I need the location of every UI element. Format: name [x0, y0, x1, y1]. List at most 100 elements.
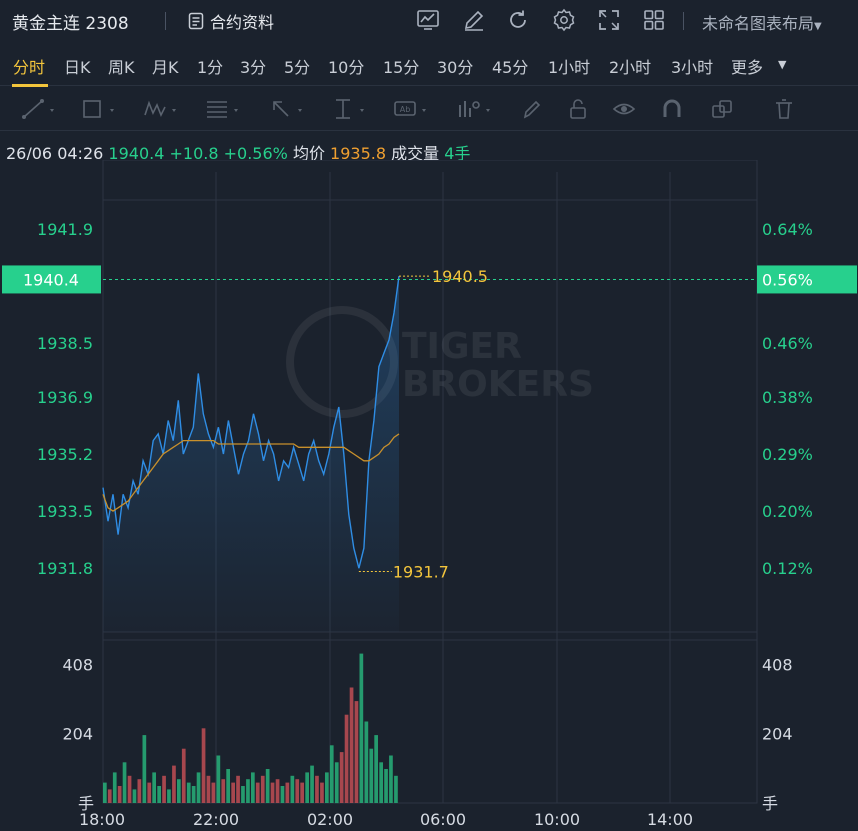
intraday-chart[interactable]: TIGERBROKERS 1941.9 1938.5 1936.9 1935.2 1933… — [0, 160, 858, 831]
document-icon — [188, 12, 204, 30]
divider — [165, 12, 166, 30]
volume-bar — [112, 772, 117, 803]
pct-axis-label: 0.38% — [762, 388, 813, 407]
line-tool-icon[interactable] — [20, 97, 56, 121]
eye-icon[interactable] — [612, 97, 648, 121]
volume-bar — [325, 772, 329, 803]
volume-bar — [320, 782, 324, 803]
volume-bar — [359, 653, 364, 803]
pct-axis-label: 0.29% — [762, 445, 813, 464]
volume-axis-label-right: 204 — [762, 725, 793, 744]
volume-bar — [211, 782, 216, 803]
instrument-title: 黄金主连 2308 — [12, 14, 129, 34]
volume-bar — [384, 769, 388, 803]
timeframe-tab-6[interactable]: 5分 — [284, 54, 310, 78]
edit-icon[interactable] — [462, 8, 486, 32]
volume-bar — [221, 779, 226, 803]
timeframe-tab-9[interactable]: 30分 — [437, 54, 473, 78]
volume-bar — [285, 782, 290, 803]
volume-bar — [265, 769, 270, 803]
lock-icon[interactable] — [566, 97, 602, 121]
svg-text:BROKERS: BROKERS — [402, 364, 594, 405]
volume-bar — [394, 775, 398, 803]
volume-bar — [315, 775, 319, 803]
volume-bar — [122, 762, 127, 804]
volume-bar — [280, 786, 285, 803]
timeframe-tab-8[interactable]: 15分 — [383, 54, 419, 78]
volume-bar — [236, 775, 240, 803]
svg-text:Ab: Ab — [400, 105, 411, 114]
volume-bar — [157, 786, 161, 803]
timeframe-tab-4[interactable]: 1分 — [197, 54, 223, 78]
volume-bar — [389, 755, 393, 803]
price-axis-label: 1933.5 — [37, 502, 93, 521]
fib-tool-icon[interactable] — [204, 97, 240, 121]
arrow-tool-icon[interactable] — [268, 97, 304, 121]
caret-down-icon: ▼ — [814, 21, 822, 32]
refresh-icon[interactable] — [506, 8, 530, 32]
volume-bar — [142, 735, 147, 803]
volume-bar — [260, 775, 265, 803]
measure-tool-icon[interactable] — [330, 97, 366, 121]
timeframe-tab-10[interactable]: 45分 — [492, 54, 528, 78]
timeframe-tab-5[interactable]: 3分 — [240, 54, 266, 78]
current-price-badge-label: 1940.4 — [23, 270, 79, 289]
volume-bar — [172, 765, 176, 803]
timeframe-tab-0[interactable]: 分时 — [13, 54, 45, 78]
volume-bar — [186, 782, 191, 803]
layers-icon[interactable] — [710, 97, 746, 121]
layout-name: 未命名图表布局 — [702, 14, 815, 33]
volume-bar — [270, 782, 275, 803]
chart-icon[interactable] — [416, 8, 440, 32]
rect-tool-icon[interactable] — [80, 97, 116, 121]
volume-bar — [339, 752, 344, 803]
text-tool-icon[interactable]: Ab — [392, 97, 428, 121]
wave-tool-icon[interactable] — [142, 97, 178, 121]
timeframe-tab-7[interactable]: 10分 — [328, 54, 364, 78]
volume-bar — [364, 721, 369, 803]
trash-icon[interactable] — [772, 97, 808, 121]
timeframe-tab-1[interactable]: 日K — [64, 54, 91, 78]
more-caret-icon[interactable]: ▼ — [778, 58, 786, 71]
pct-axis-label: 0.64% — [762, 220, 813, 239]
volume-bar — [181, 748, 186, 803]
volume-bar — [162, 775, 166, 803]
volume-axis-label: 408 — [62, 655, 93, 674]
contract-info-label: 合约资料 — [210, 13, 275, 32]
volume-bar — [206, 775, 211, 803]
volume-bar — [107, 789, 112, 803]
price-axis-label: 1931.8 — [37, 559, 93, 578]
price-axis-label: 1938.5 — [37, 334, 93, 353]
volume-axis-label-right: 408 — [762, 655, 793, 674]
settings-icon[interactable] — [552, 8, 576, 32]
time-axis-label: 22:00 — [193, 810, 239, 829]
volume-bar — [349, 687, 354, 803]
timeframe-tab-3[interactable]: 月K — [152, 54, 179, 78]
volume-bar — [231, 782, 235, 803]
indicator-tool-icon[interactable] — [456, 97, 492, 121]
volume-bar — [132, 789, 137, 803]
pen-icon[interactable] — [520, 97, 556, 121]
price-axis-label: 1941.9 — [37, 220, 93, 239]
grid-icon[interactable] — [642, 8, 666, 32]
layout-dropdown[interactable]: 未命名图表布局▼ — [702, 10, 822, 34]
price-axis-label: 1936.9 — [37, 388, 93, 407]
timeframe-tab-2[interactable]: 周K — [108, 54, 135, 78]
pct-axis-label: 0.20% — [762, 502, 813, 521]
volume-bar — [191, 786, 196, 803]
pct-axis-label: 0.12% — [762, 559, 813, 578]
current-pct-badge-label: 0.56% — [762, 270, 813, 289]
magnet-icon[interactable] — [660, 97, 696, 121]
volume-bar — [246, 779, 250, 803]
contract-info-button[interactable]: 合约资料 — [188, 9, 274, 33]
volume-bar — [103, 782, 107, 803]
fullscreen-icon[interactable] — [597, 8, 621, 32]
timeframe-tab-14[interactable]: 更多 — [731, 54, 763, 78]
volume-axis-label: 204 — [62, 725, 93, 744]
timeframe-tab-12[interactable]: 2小时 — [609, 54, 651, 78]
volume-bar — [117, 786, 122, 803]
timeframe-tab-13[interactable]: 3小时 — [671, 54, 713, 78]
volume-bar — [226, 769, 230, 803]
volume-bar — [354, 701, 359, 803]
timeframe-tab-11[interactable]: 1小时 — [548, 54, 590, 78]
